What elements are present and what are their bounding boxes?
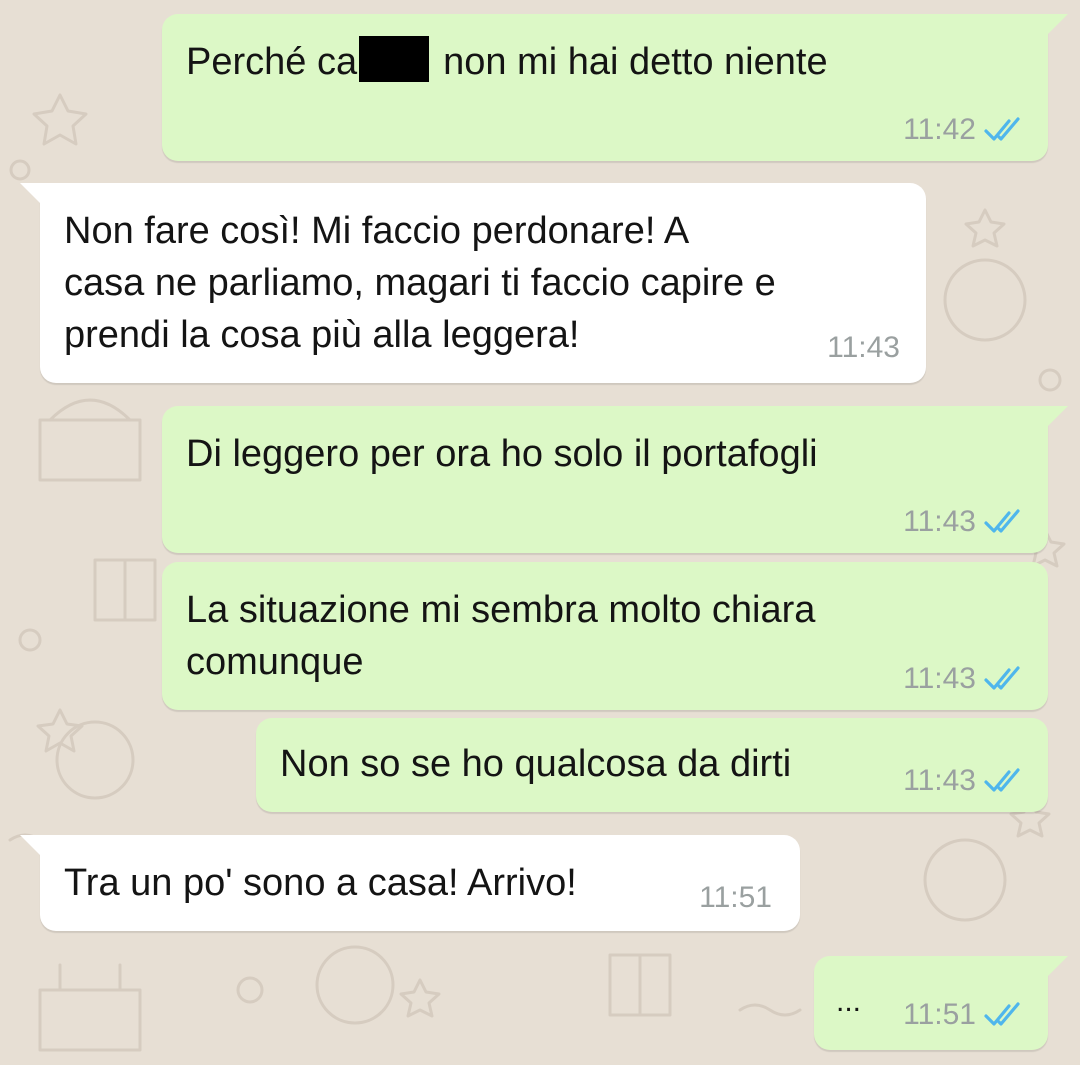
message-time: 11:43 bbox=[827, 331, 900, 364]
bubble-tail bbox=[1042, 956, 1068, 982]
star-doodle bbox=[399, 978, 441, 1018]
message-bubble-incoming[interactable]: Tra un po' sono a casa! Arrivo! 11:51 bbox=[20, 835, 800, 931]
message-bubble-outgoing[interactable]: Perché ca non mi hai detto niente 11:42 bbox=[162, 14, 1068, 161]
message-bubble-outgoing[interactable]: Non so se ho qualcosa da dirti 11:43 bbox=[256, 718, 1048, 812]
message-meta: 11:43 bbox=[903, 764, 1024, 798]
gift-doodle bbox=[608, 953, 672, 1017]
message-text-before: Perché ca bbox=[186, 41, 358, 83]
wave-doodle bbox=[738, 1003, 802, 1017]
message-text: Perché ca non mi hai detto niente bbox=[186, 36, 828, 88]
circle-doodle bbox=[1038, 368, 1062, 392]
message-time: 11:43 bbox=[903, 662, 976, 695]
message-time: 11:43 bbox=[903, 764, 976, 797]
double-check-icon bbox=[984, 508, 1024, 536]
cake-doodle bbox=[38, 398, 142, 482]
message-bubble-incoming[interactable]: Non fare così! Mi faccio perdonare! A ca… bbox=[20, 183, 926, 383]
message-line: Non so se ho qualcosa da dirti bbox=[280, 743, 792, 785]
message-time: 11:42 bbox=[903, 113, 976, 146]
cat-face-doodle bbox=[923, 838, 1007, 922]
double-check-icon bbox=[984, 767, 1024, 795]
message-meta: 11:51 bbox=[699, 881, 772, 915]
message-line: Non fare così! Mi faccio perdonare! A bbox=[64, 210, 690, 252]
bubble-tail bbox=[20, 183, 46, 209]
bubble-tail bbox=[1042, 14, 1068, 40]
message-meta: 11:42 bbox=[903, 113, 1024, 147]
message-text-after: non mi hai detto niente bbox=[443, 41, 828, 83]
bubble-tail bbox=[1042, 406, 1068, 432]
message-line: Di leggero per ora ho solo il portafogli bbox=[186, 433, 818, 475]
cat-face-doodle bbox=[943, 258, 1027, 342]
gift-doodle bbox=[93, 558, 157, 622]
message-bubble-outgoing[interactable]: Di leggero per ora ho solo il portafogli… bbox=[162, 406, 1068, 553]
star-doodle bbox=[32, 93, 88, 146]
message-line: prendi la cosa più alla leggera! bbox=[64, 314, 580, 356]
message-line: casa ne parliamo, magari ti faccio capir… bbox=[64, 262, 776, 304]
message-line: Tra un po' sono a casa! Arrivo! bbox=[64, 862, 577, 904]
redaction-block bbox=[359, 36, 430, 82]
message-bubble-outgoing[interactable]: La situazione mi sembra molto chiara com… bbox=[162, 562, 1048, 710]
smiley-doodle bbox=[55, 720, 135, 800]
message-meta: 11:43 bbox=[827, 331, 900, 365]
message-time: 11:51 bbox=[699, 881, 772, 914]
circle-doodle bbox=[236, 976, 264, 1004]
message-meta: 11:43 bbox=[903, 662, 1024, 696]
circle-doodle bbox=[18, 628, 42, 652]
message-meta: 11:43 bbox=[903, 505, 1024, 539]
message-bubble-outgoing[interactable]: ... 11:51 bbox=[814, 956, 1068, 1050]
message-meta: 11:51 bbox=[903, 998, 1024, 1032]
message-line: ... bbox=[836, 985, 862, 1018]
star-doodle bbox=[964, 208, 1006, 248]
double-check-icon bbox=[984, 1001, 1024, 1029]
bubble-tail bbox=[20, 835, 46, 861]
message-line: comunque bbox=[186, 641, 364, 683]
double-check-icon bbox=[984, 116, 1024, 144]
double-check-icon bbox=[984, 665, 1024, 693]
circle-doodle bbox=[9, 159, 31, 181]
message-time: 11:51 bbox=[903, 998, 976, 1031]
face-doodle bbox=[315, 945, 395, 1025]
message-line: La situazione mi sembra molto chiara bbox=[186, 589, 816, 631]
message-time: 11:43 bbox=[903, 505, 976, 538]
cake-doodle bbox=[38, 963, 142, 1052]
